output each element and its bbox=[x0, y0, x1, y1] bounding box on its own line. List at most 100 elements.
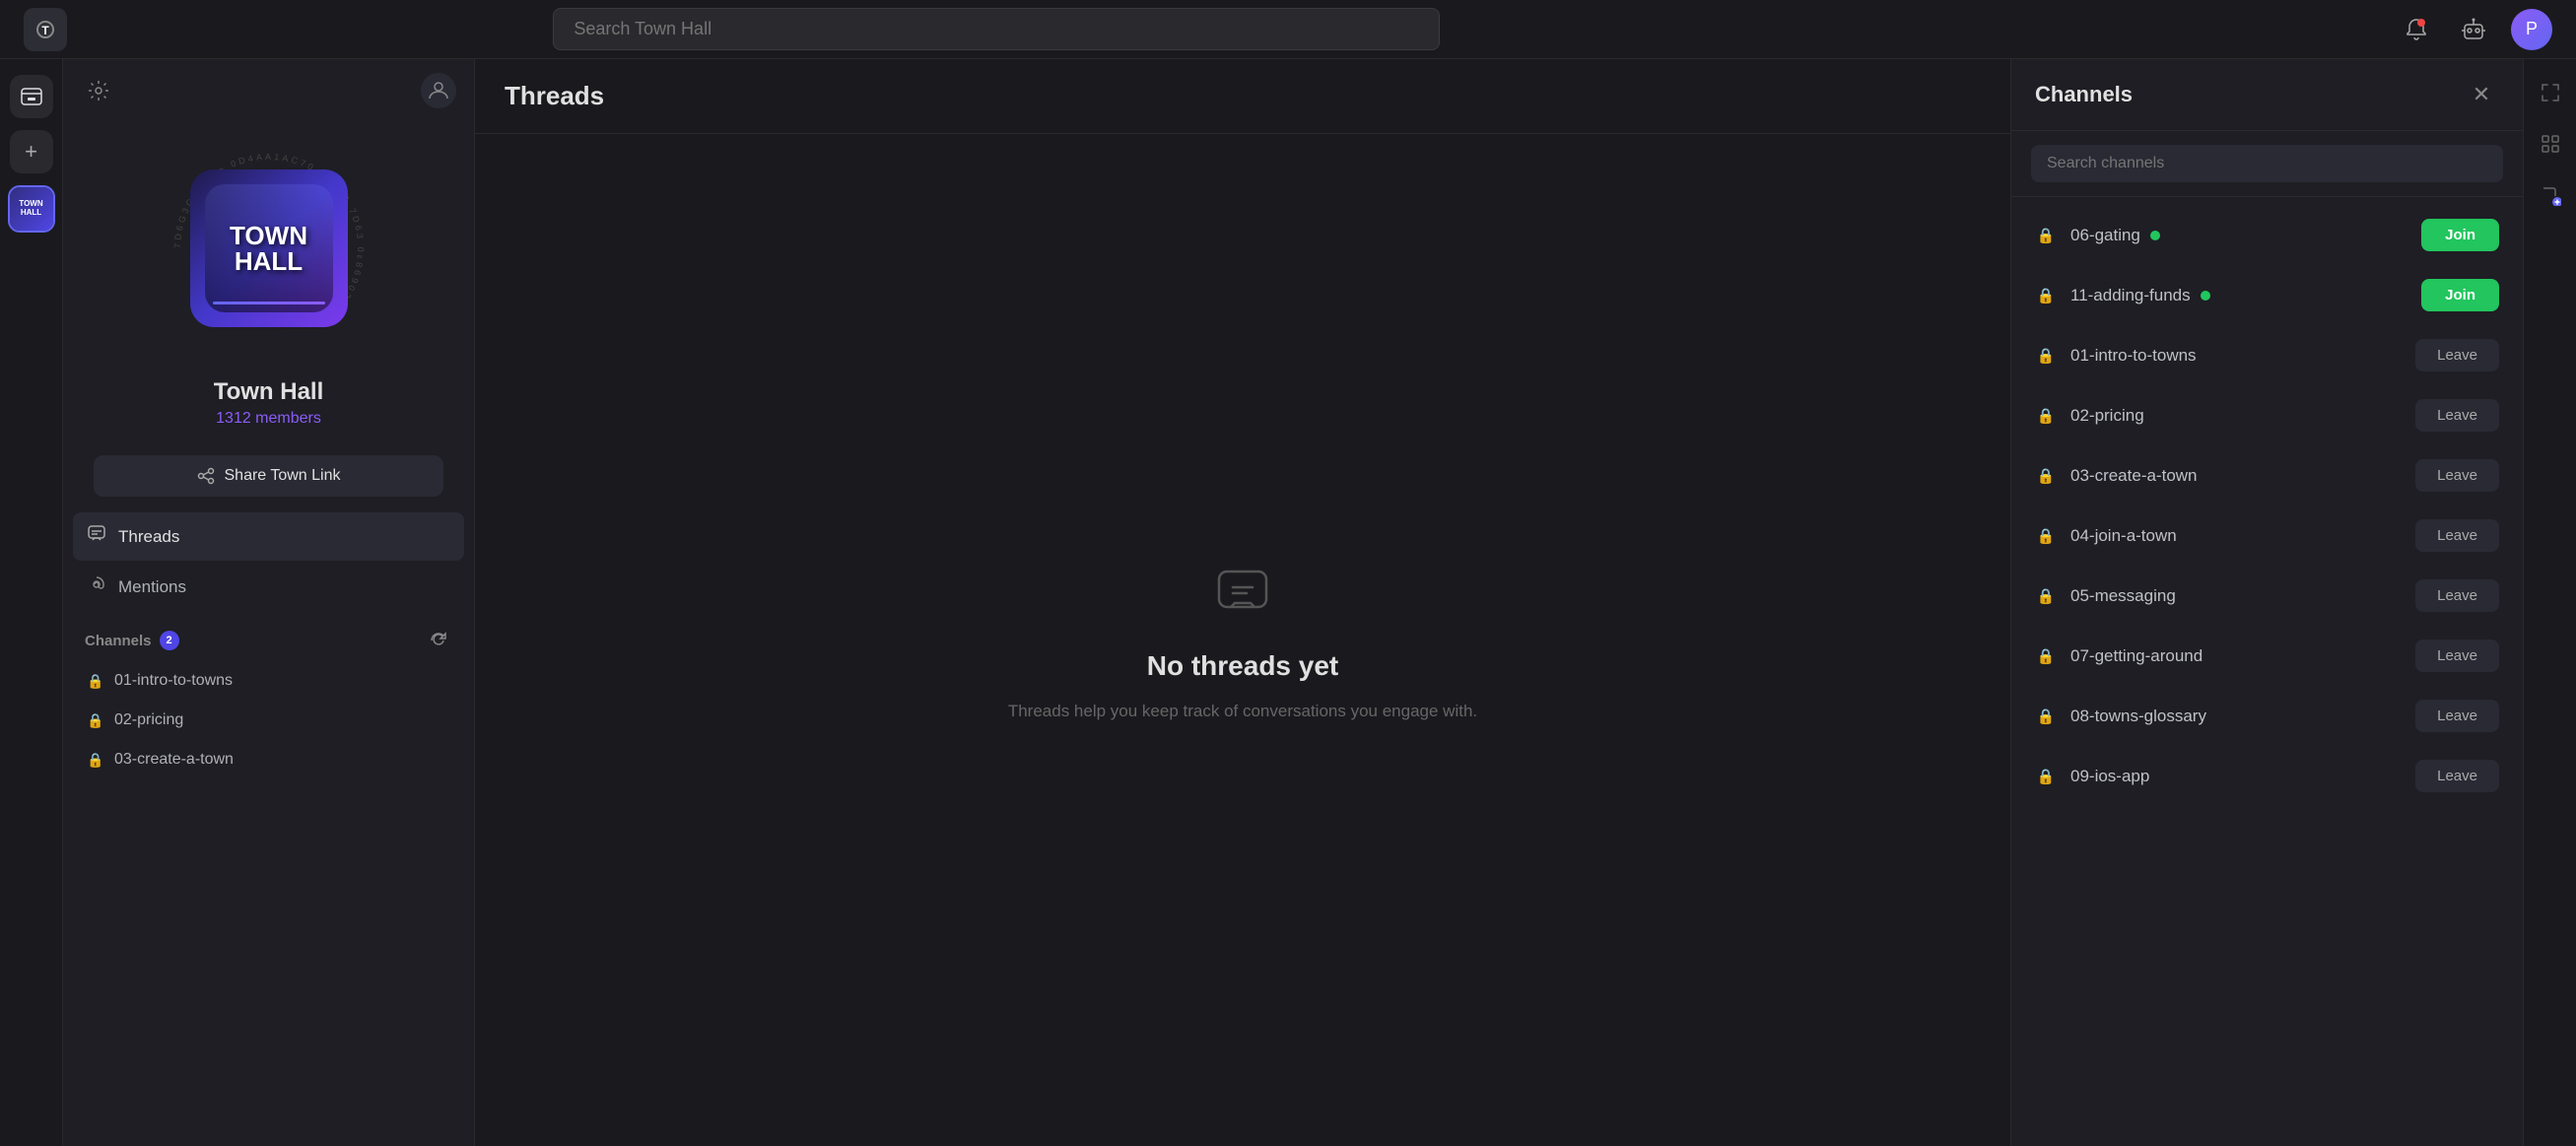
channel-item-03[interactable]: 🔒 03-create-a-town bbox=[73, 741, 464, 778]
leave-button[interactable]: Leave bbox=[2415, 700, 2499, 732]
channel-name: 02-pricing bbox=[114, 711, 183, 729]
panel-channel-06-gating[interactable]: 🔒 06-gating Join bbox=[2011, 205, 2523, 265]
channel-list: 🔒 01-intro-to-towns 🔒 02-pricing 🔒 03-cr… bbox=[63, 662, 474, 778]
server-name: Town Hall bbox=[214, 378, 324, 406]
leave-button[interactable]: Leave bbox=[2415, 579, 2499, 612]
panel-channel-name: 07-getting-around bbox=[2070, 646, 2402, 666]
leave-button[interactable]: Leave bbox=[2415, 339, 2499, 371]
expand-icon[interactable] bbox=[2533, 75, 2568, 110]
panel-channel-09-ios-app[interactable]: 🔒 09-ios-app Leave bbox=[2011, 746, 2523, 806]
empty-state-description: Threads help you keep track of conversat… bbox=[1008, 702, 1477, 721]
lock-icon: 🔒 bbox=[87, 751, 104, 769]
channels-search-input[interactable] bbox=[2031, 145, 2503, 182]
share-town-link-button[interactable]: Share Town Link bbox=[94, 455, 442, 497]
panel-channel-name: 02-pricing bbox=[2070, 406, 2402, 426]
panel-channel-08-towns-glossary[interactable]: 🔒 08-towns-glossary Leave bbox=[2011, 686, 2523, 746]
refresh-channels-icon[interactable] bbox=[425, 627, 452, 654]
panel-channel-05-messaging[interactable]: 🔒 05-messaging Leave bbox=[2011, 566, 2523, 626]
panel-channel-name: 11-adding-funds bbox=[2070, 286, 2407, 305]
join-action: Join bbox=[2421, 219, 2499, 251]
lock-icon: 🔒 bbox=[2035, 345, 2057, 367]
server-logo-thumb: TOWNHALL bbox=[10, 187, 53, 231]
panel-channel-name: 04-join-a-town bbox=[2070, 526, 2402, 546]
sidebar-nav: Threads Mentions bbox=[63, 508, 474, 615]
leave-action: Leave bbox=[2415, 459, 2499, 492]
robot-icon[interactable] bbox=[2454, 10, 2493, 49]
empty-state-title: No threads yet bbox=[1147, 650, 1339, 682]
channel-item-02[interactable]: 🔒 02-pricing bbox=[73, 702, 464, 739]
join-action: Join bbox=[2421, 279, 2499, 311]
sidebar-settings-icon[interactable] bbox=[81, 73, 116, 108]
leave-button[interactable]: Leave bbox=[2415, 519, 2499, 552]
topbar: T P bbox=[0, 0, 2576, 59]
join-button[interactable]: Join bbox=[2421, 279, 2499, 311]
online-indicator bbox=[2201, 291, 2210, 301]
leave-action: Leave bbox=[2415, 700, 2499, 732]
leave-action: Leave bbox=[2415, 760, 2499, 792]
leave-button[interactable]: Leave bbox=[2415, 459, 2499, 492]
channels-panel-header: Channels ✕ bbox=[2011, 59, 2523, 131]
lock-icon: 🔒 bbox=[2035, 766, 2057, 787]
main-content: Threads No threads yet Threads help you … bbox=[475, 59, 2010, 1146]
search-bar[interactable] bbox=[553, 8, 1440, 50]
lock-icon: 🔒 bbox=[2035, 225, 2057, 246]
panel-channel-name: 05-messaging bbox=[2070, 586, 2402, 606]
leave-button[interactable]: Leave bbox=[2415, 640, 2499, 672]
share-link-label: Share Town Link bbox=[225, 467, 341, 485]
close-panel-icon[interactable]: ✕ bbox=[2464, 77, 2499, 112]
leave-button[interactable]: Leave bbox=[2415, 399, 2499, 432]
main-header: Threads bbox=[475, 59, 2010, 134]
main-layout: + TOWNHALL bbox=[0, 59, 2576, 1146]
notifications-icon[interactable] bbox=[2397, 10, 2436, 49]
grid-icon[interactable] bbox=[2533, 126, 2568, 162]
leave-action: Leave bbox=[2415, 339, 2499, 371]
panel-channel-03-create[interactable]: 🔒 03-create-a-town Leave bbox=[2011, 445, 2523, 506]
panel-channel-02-pricing[interactable]: 🔒 02-pricing Leave bbox=[2011, 385, 2523, 445]
threads-icon bbox=[87, 524, 106, 549]
channel-name: 01-intro-to-towns bbox=[114, 672, 233, 690]
channels-panel-title: Channels bbox=[2035, 82, 2133, 107]
server-logo: TOWN HALL bbox=[190, 169, 348, 327]
panel-channel-11-adding-funds[interactable]: 🔒 11-adding-funds Join bbox=[2011, 265, 2523, 325]
right-edge-icons bbox=[2523, 59, 2576, 1146]
lock-icon: 🔒 bbox=[2035, 585, 2057, 607]
panel-channel-name: 01-intro-to-towns bbox=[2070, 346, 2402, 366]
threads-label: Threads bbox=[118, 527, 179, 547]
channels-panel: Channels ✕ 🔒 06-gating Join 🔒 11- bbox=[2010, 59, 2523, 1146]
server-banner: 7D6G3GB6DBe 0D4AA1AC70 77C4A 7D63 0ε8690… bbox=[63, 122, 474, 443]
server-members-count: 1312 members bbox=[216, 410, 321, 428]
panel-channel-07-getting-around[interactable]: 🔒 07-getting-around Leave bbox=[2011, 626, 2523, 686]
search-input[interactable] bbox=[553, 8, 1440, 50]
panel-channel-name: 09-ios-app bbox=[2070, 767, 2402, 786]
app-logo[interactable]: T bbox=[24, 8, 67, 51]
svg-text:T: T bbox=[41, 24, 49, 37]
panel-channel-04-join[interactable]: 🔒 04-join-a-town Leave bbox=[2011, 506, 2523, 566]
leave-button[interactable]: Leave bbox=[2415, 760, 2499, 792]
lock-icon: 🔒 bbox=[2035, 525, 2057, 547]
nav-item-threads[interactable]: Threads bbox=[73, 512, 464, 561]
lock-icon: 🔒 bbox=[2035, 645, 2057, 667]
server-icon[interactable]: TOWNHALL bbox=[8, 185, 55, 233]
online-indicator bbox=[2150, 231, 2160, 240]
main-body-empty-state: No threads yet Threads help you keep tra… bbox=[475, 134, 2010, 1146]
sidebar-members-icon[interactable] bbox=[421, 73, 456, 108]
nav-item-mentions[interactable]: Mentions bbox=[73, 563, 464, 611]
sidebar-top-bar bbox=[63, 59, 474, 122]
lock-icon: 🔒 bbox=[2035, 465, 2057, 487]
main-title: Threads bbox=[505, 81, 1981, 111]
empty-state-icon bbox=[1207, 560, 1278, 631]
chat-bubble-icon[interactable] bbox=[2533, 177, 2568, 213]
add-server-icon[interactable]: + bbox=[10, 130, 53, 173]
channel-item-01[interactable]: 🔒 01-intro-to-towns bbox=[73, 662, 464, 700]
channel-name: 03-create-a-town bbox=[114, 751, 234, 769]
leave-action: Leave bbox=[2415, 399, 2499, 432]
banner-bg: 7D6G3GB6DBe 0D4AA1AC70 77C4A 7D63 0ε8690… bbox=[151, 130, 387, 367]
mentions-label: Mentions bbox=[118, 577, 186, 597]
user-avatar[interactable]: P bbox=[2511, 9, 2552, 50]
panel-channel-01-intro[interactable]: 🔒 01-intro-to-towns Leave bbox=[2011, 325, 2523, 385]
inbox-rail-icon[interactable] bbox=[10, 75, 53, 118]
lock-icon: 🔒 bbox=[2035, 285, 2057, 306]
join-button[interactable]: Join bbox=[2421, 219, 2499, 251]
lock-icon: 🔒 bbox=[2035, 405, 2057, 427]
lock-icon: 🔒 bbox=[87, 711, 104, 729]
